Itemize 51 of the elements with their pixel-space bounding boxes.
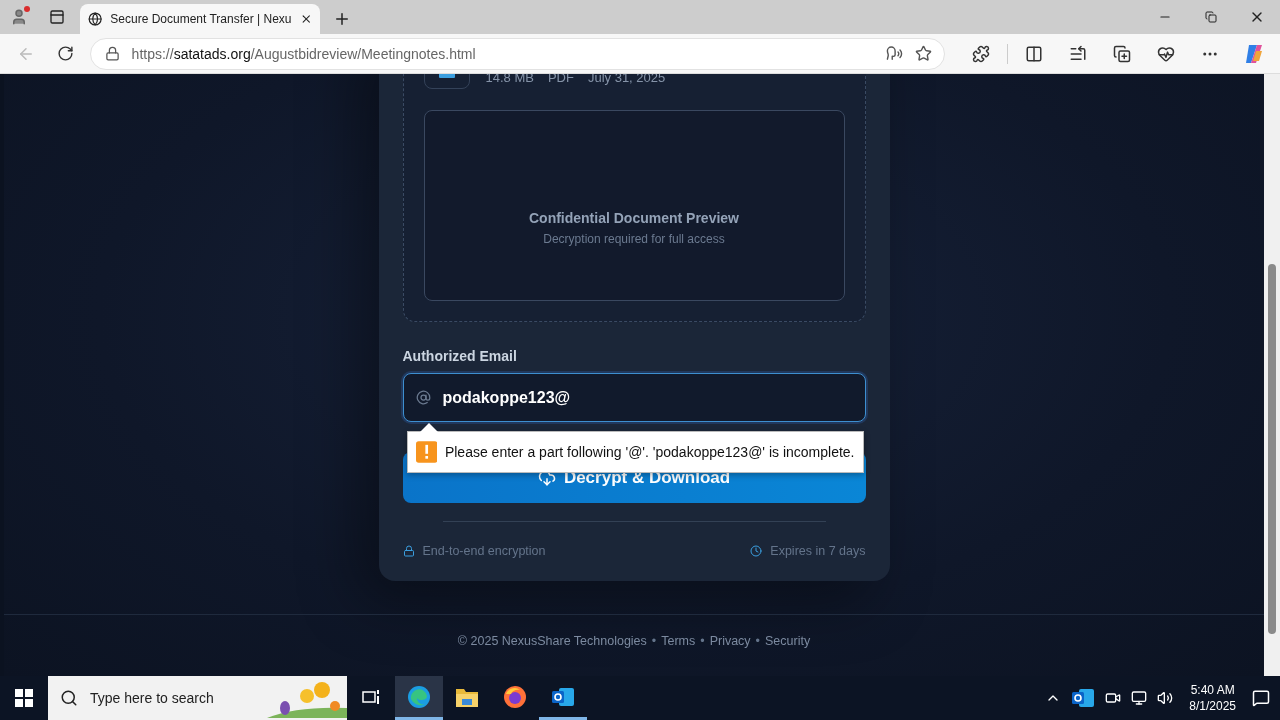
footer-separator: • (700, 634, 705, 648)
collections-icon[interactable] (1113, 44, 1131, 63)
network-icon[interactable] (1131, 690, 1148, 706)
task-view-icon[interactable] (361, 687, 381, 706)
feature-text: Expires in 7 days (770, 544, 866, 558)
taskbar-clock[interactable]: 5:40 AM 8/1/2025 (1189, 682, 1236, 714)
at-sign-icon (415, 390, 431, 405)
outlook-icon[interactable] (551, 685, 575, 708)
scrollbar[interactable] (1264, 74, 1280, 676)
tab-title: Secure Document Transfer | Nexu (110, 12, 292, 26)
email-input[interactable]: podakoppe123@ (440, 387, 865, 408)
browser-tab[interactable]: Secure Document Transfer | Nexu (80, 4, 320, 34)
volume-icon[interactable] (1157, 690, 1174, 706)
copilot-icon[interactable] (1243, 42, 1265, 65)
lock-icon[interactable] (104, 46, 120, 61)
camera-icon[interactable] (1105, 690, 1122, 706)
url-text: https://satatads.org/Augustbidreview/Meetingnotes.html (131, 45, 477, 62)
feature-text: End-to-end encryption (422, 544, 546, 558)
read-aloud-icon[interactable] (886, 45, 903, 62)
outlook-icon[interactable] (1071, 687, 1096, 709)
notifications-icon[interactable] (1252, 689, 1270, 707)
field-label: Authorized Email (402, 348, 518, 364)
new-tab-icon[interactable] (333, 10, 351, 28)
extensions-icon[interactable] (972, 44, 990, 63)
footer-link[interactable]: Terms (661, 634, 696, 648)
notification-dot (24, 6, 30, 12)
address-bar[interactable]: https://satatads.org/Augustbidreview/Meetingnotes.html (89, 37, 945, 70)
split-screen-icon[interactable] (1025, 44, 1043, 63)
footer-link[interactable]: Security (765, 634, 811, 648)
tab-actions-icon[interactable] (49, 9, 65, 25)
email-field[interactable]: podakoppe123@ (402, 373, 866, 422)
profile-icon[interactable] (10, 8, 28, 26)
heart-pulse-icon[interactable] (1157, 44, 1175, 63)
copyright-text: © 2025 NexusShare Technologies (457, 634, 647, 648)
lock-icon (402, 545, 415, 557)
globe-icon (88, 11, 103, 27)
clock-icon (750, 545, 763, 557)
firefox-icon[interactable] (503, 684, 527, 709)
windows-icon[interactable] (15, 689, 33, 707)
taskbar-search[interactable]: Type here to search (48, 676, 347, 720)
footer-separator: • (755, 634, 760, 648)
restore-icon[interactable] (1205, 11, 1217, 23)
search-placeholder: Type here to search (90, 690, 214, 706)
preview-subtitle: Decryption required for full access (543, 231, 725, 246)
edge-icon[interactable] (407, 684, 431, 709)
search-icon (60, 689, 78, 707)
footer-link[interactable]: Privacy (709, 634, 751, 648)
preview-title: Confidential Document Preview (528, 209, 739, 226)
refresh-icon[interactable] (57, 45, 75, 62)
favorite-star-icon[interactable] (915, 45, 932, 62)
footer-separator: • (651, 634, 657, 648)
